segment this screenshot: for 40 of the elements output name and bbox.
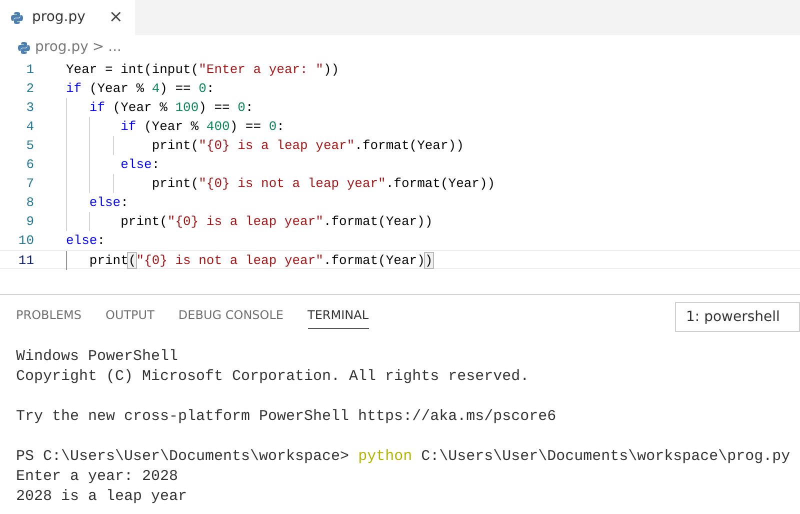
panel-tab[interactable]: OUTPUT — [106, 306, 154, 328]
breadcrumb-more[interactable]: ... — [108, 37, 122, 58]
code-line: print("{0} is a leap year".format(Year)) — [152, 137, 464, 155]
line-number: 2 — [25, 80, 34, 98]
terminal-line: Try the new cross-platform PowerShell https://aka.ms/pscore6 — [16, 407, 558, 427]
python-file-icon — [17, 40, 31, 54]
code-line: else: — [66, 232, 106, 250]
panel-tab[interactable]: TERMINAL — [308, 306, 369, 328]
line-number: 4 — [25, 118, 34, 136]
terminal-select[interactable]: 1: powershell — [675, 302, 800, 332]
panel-tab[interactable]: PROBLEMS — [16, 306, 82, 328]
line-number: 7 — [25, 175, 34, 193]
code-line: if (Year % 400) == 0: — [120, 118, 284, 136]
line-number: 11 — [17, 252, 34, 268]
terminal-line: Enter a year: 2028 — [16, 467, 180, 487]
code-line: else: — [120, 156, 160, 174]
code-line: else: — [89, 194, 128, 212]
terminal-line: 2028 is a leap year — [16, 487, 188, 507]
code-line: if (Year % 100) == 0: — [89, 99, 254, 117]
code-line: print("{0} is a leap year".format(Year)) — [120, 213, 433, 231]
terminal-line: PS C:\Users\User\Documents\workspace> python C:\Users\User\Documents\workspace\prog.py — [16, 447, 792, 467]
line-number: 1 — [25, 61, 34, 79]
breadcrumb-file[interactable]: prog.py — [35, 37, 88, 58]
line-number: 9 — [25, 213, 34, 231]
line-number: 6 — [25, 156, 34, 174]
editor-tab[interactable]: prog.py × — [0, 0, 135, 35]
line-number: 3 — [25, 99, 34, 117]
line-number: 8 — [25, 194, 34, 212]
line-number: 5 — [25, 137, 34, 155]
breadcrumb-separator: > — [92, 38, 104, 57]
close-button[interactable]: × — [106, 9, 125, 26]
python-file-icon — [10, 10, 24, 24]
terminal-line: Windows PowerShell — [16, 347, 180, 367]
code-line: print("{0} is not a leap year".format(Year)) — [152, 175, 496, 193]
code-line: if (Year % 4) == 0: — [66, 80, 214, 98]
panel-tab[interactable]: DEBUG CONSOLE — [178, 306, 284, 328]
terminal-line: Copyright (C) Microsoft Corporation. All rights reserved. — [16, 367, 530, 387]
code-line: print("{0} is not a leap year".format(Year)) — [89, 252, 433, 268]
line-number: 10 — [17, 232, 34, 250]
code-line: Year = int(input("Enter a year: ")) — [66, 61, 340, 79]
